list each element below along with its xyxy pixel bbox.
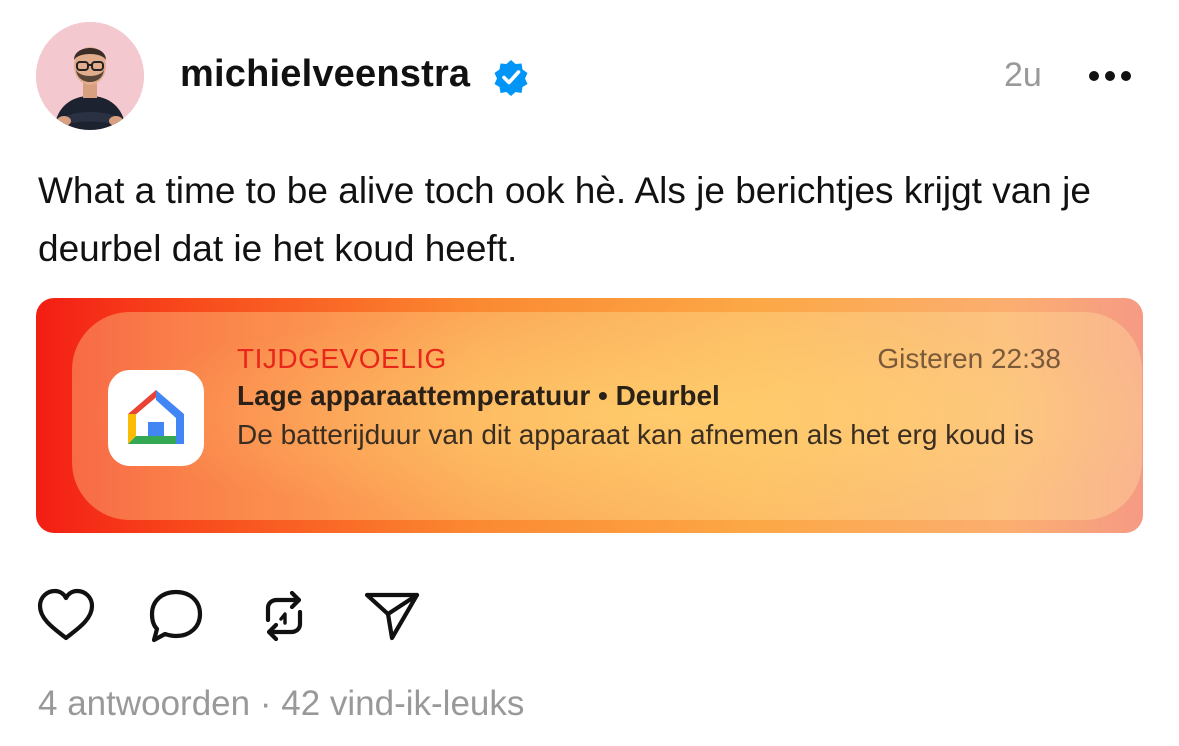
notification-time: Gisteren 22:38 <box>877 343 1061 374</box>
verified-badge-icon <box>492 58 530 96</box>
post-time: 2u <box>1004 56 1042 94</box>
replies-count[interactable]: 4 antwoorden <box>38 684 250 723</box>
stats-separator: · <box>259 684 272 723</box>
post-stats: 4 antwoorden · 42 vind-ik-leuks <box>38 684 524 724</box>
notification-body: De batterijduur van dit apparaat kan afn… <box>237 419 1034 450</box>
avatar[interactable] <box>36 22 144 130</box>
likes-count[interactable]: 42 vind-ik-leuks <box>281 684 524 723</box>
send-icon[interactable] <box>362 586 422 646</box>
comment-icon[interactable] <box>146 586 206 646</box>
google-home-icon <box>108 370 204 466</box>
heart-icon[interactable] <box>36 586 96 646</box>
username[interactable]: michielveenstra <box>180 53 470 96</box>
notification-title: Lage apparaattemperatuur • Deurbel <box>237 380 720 411</box>
repost-icon[interactable] <box>254 586 314 646</box>
post-image[interactable]: TIJDGEVOELIG Gisteren 22:38 Lage apparaa… <box>36 298 1143 533</box>
post-text: What a time to be alive toch ook hè. Als… <box>38 170 1091 269</box>
more-icon[interactable] <box>1088 66 1132 86</box>
notification-category: TIJDGEVOELIG <box>237 343 447 374</box>
